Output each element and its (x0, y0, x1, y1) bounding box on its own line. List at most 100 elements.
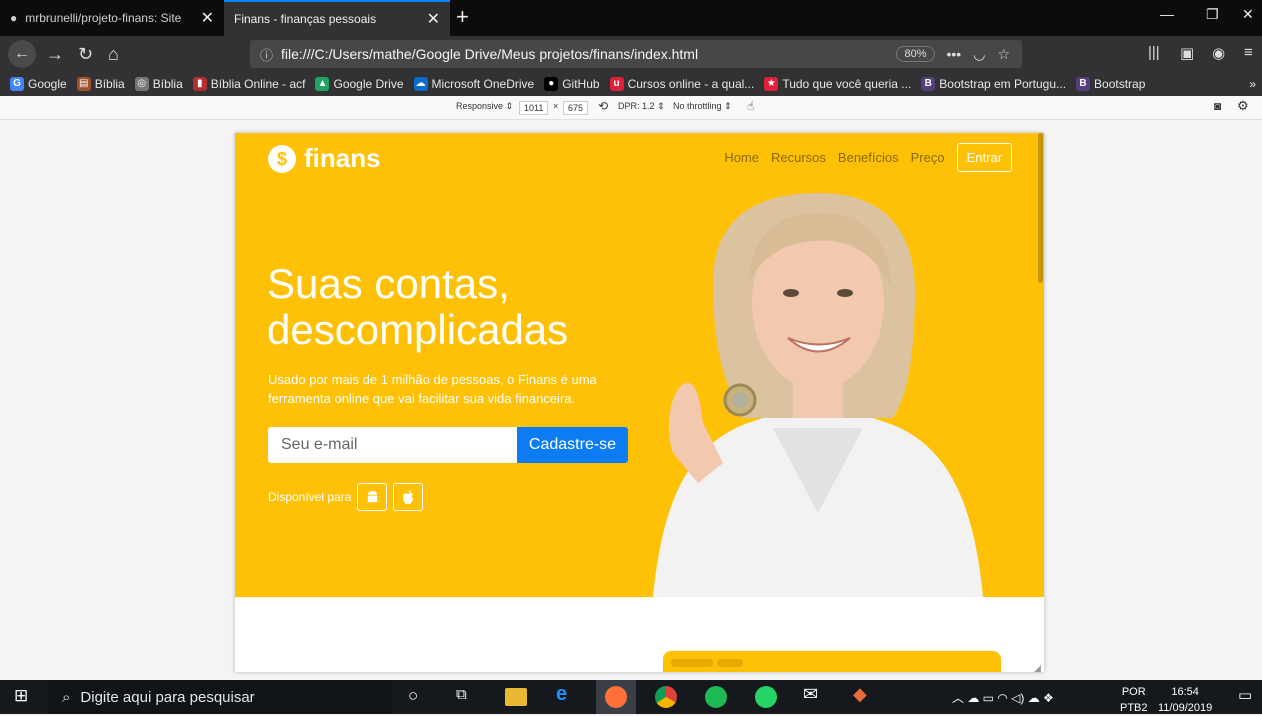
bookmark-item[interactable]: ☁ Microsoft OneDrive (413, 77, 535, 91)
android-icon[interactable] (357, 483, 388, 511)
tray-icons[interactable]: ︿ ☁ ▭ ◠ ◁) ☁ ❖ (952, 689, 1054, 706)
new-tab-button[interactable]: + (456, 4, 469, 30)
tab-finans[interactable]: Finans - finanças pessoais ✕ (224, 0, 450, 36)
nav-home[interactable]: Home (724, 150, 759, 165)
bookmark-item[interactable]: ◎ Bíblia (134, 77, 183, 91)
git-kraken-icon[interactable]: ◆ (853, 684, 867, 705)
mockup-pill (717, 659, 743, 667)
tab-github[interactable]: ● mrbrunelli/projeto-finans: Site ✕ (0, 0, 224, 36)
width-input[interactable]: 1011 (519, 101, 549, 115)
bookmark-favicon-icon: ● (544, 77, 559, 91)
notifications-icon[interactable]: ▭ (1238, 686, 1252, 704)
height-input[interactable]: 675 (563, 101, 589, 115)
bookmark-favicon-icon: u (609, 77, 624, 91)
edge-icon[interactable]: e (556, 683, 567, 706)
search-placeholder: Digite aqui para pesquisar (80, 688, 255, 706)
layout-label: PTB2 (1120, 702, 1148, 714)
apple-icon[interactable] (393, 483, 424, 511)
bookmark-favicon-icon: ★ (764, 77, 779, 91)
spotify-icon[interactable] (705, 686, 727, 708)
menu-icon[interactable]: ≡ (1244, 44, 1253, 61)
forward-icon[interactable]: → (46, 44, 64, 65)
rotate-icon[interactable]: ⟲ (598, 99, 608, 113)
bookmark-item[interactable]: u Cursos online - a qual... (609, 77, 754, 91)
device-select[interactable]: Responsive ⇕ (456, 101, 513, 112)
dpr-select[interactable]: DPR: 1.2 ⇕ (618, 101, 665, 112)
clock[interactable]: 16:54 11/09/2019 (1158, 684, 1212, 716)
task-view-icon[interactable]: ⧉ (456, 686, 467, 703)
page-actions-icon[interactable]: ••• (947, 46, 962, 62)
screenshot-icon[interactable]: ◙ (1214, 99, 1221, 113)
firefox-icon[interactable] (605, 686, 627, 708)
chrome-icon[interactable] (655, 686, 677, 708)
close-tab-icon[interactable]: ✕ (427, 9, 440, 29)
bookmark-item[interactable]: B Bootstrap em Portugu... (921, 77, 1066, 91)
login-button[interactable]: Entrar (956, 143, 1012, 172)
browser-tab-bar: ● mrbrunelli/projeto-finans: Site ✕ Fina… (0, 0, 1262, 36)
bookmark-favicon-icon: B (921, 77, 936, 91)
bookmark-favicon-icon: ▮ (192, 77, 207, 91)
bookmark-label: Bíblia (94, 77, 125, 91)
email-input[interactable]: Seu e-mail (268, 427, 517, 463)
sidebar-icon[interactable]: ▣ (1180, 44, 1194, 62)
bookmark-label: Microsoft OneDrive (431, 77, 535, 91)
main-nav: Home Recursos Benefícios Preço Entrar (724, 143, 1012, 172)
github-icon: ● (10, 11, 18, 25)
bookmark-item[interactable]: B Bootstrap (1076, 77, 1145, 91)
account-icon[interactable]: ◉ (1212, 44, 1225, 62)
headline-line-1: Suas contas, (267, 260, 510, 307)
device-label: Responsive (456, 101, 504, 111)
throttle-select[interactable]: No throttling ⇕ (673, 101, 732, 112)
close-tab-icon[interactable]: ✕ (201, 8, 214, 28)
nav-preco[interactable]: Preço (911, 150, 945, 165)
bookmark-item[interactable]: ▮ Bíblia Online - acf (192, 77, 305, 91)
bookmark-item[interactable]: ★ Tudo que você queria ... (764, 77, 911, 91)
bookmark-item[interactable]: ● GitHub (544, 77, 600, 91)
url-text[interactable]: file:///C:/Users/mathe/Google Drive/Meus… (281, 46, 896, 62)
hero-section: $ finans Home Recursos Benefícios Preço … (235, 133, 1044, 597)
lang-label: POR (1121, 686, 1146, 698)
woman-holding-coin-image (653, 193, 983, 597)
taskbar-search[interactable]: ⌕ Digite aqui para pesquisar (48, 680, 392, 714)
tab-title: Finans - finanças pessoais (234, 12, 377, 26)
bookmark-item[interactable]: G Google (10, 77, 67, 91)
touch-icon[interactable]: ☝ (747, 99, 754, 113)
close-window-button[interactable]: ✕ (1242, 6, 1254, 23)
input-language[interactable]: POR PTB2 (1120, 684, 1148, 716)
windows-start-icon[interactable]: ⊞ (14, 686, 28, 706)
bookmark-star-icon[interactable]: ☆ (997, 46, 1010, 63)
home-icon[interactable]: ⌂ (108, 44, 119, 65)
signup-form: Seu e-mail Cadastre-se (268, 427, 628, 463)
brand-logo[interactable]: $ finans (268, 143, 381, 174)
tab-title: mrbrunelli/projeto-finans: Site (25, 11, 182, 25)
whatsapp-icon[interactable] (755, 686, 777, 708)
windows-taskbar: ⊞ ⌕ Digite aqui para pesquisar ○ ⧉ e ✉ ◆… (0, 680, 1262, 714)
address-bar[interactable]: ⓘ file:///C:/Users/mathe/Google Drive/Me… (250, 40, 1022, 68)
nav-beneficios[interactable]: Benefícios (838, 150, 899, 165)
bookmark-favicon-icon: ▲ (315, 77, 330, 91)
bookmarks-overflow-icon[interactable]: » (1249, 77, 1256, 91)
page-scrollbar[interactable] (1038, 133, 1043, 283)
bookmark-label: Google Drive (333, 77, 404, 91)
cortana-icon[interactable]: ○ (408, 686, 418, 706)
pocket-icon[interactable]: ◡ (973, 46, 985, 63)
dollar-coin-icon: $ (268, 144, 296, 173)
bookmarks-toolbar: G Google ▤ Bíblia ◎ Bíblia ▮ Bíblia Online - ac… (0, 72, 1262, 96)
reload-icon[interactable]: ↻ (78, 44, 93, 65)
back-icon[interactable]: ← (8, 40, 36, 68)
zoom-indicator[interactable]: 80% (896, 46, 935, 62)
bookmark-item[interactable]: ▲ Google Drive (315, 77, 404, 91)
file-explorer-icon[interactable] (505, 688, 527, 706)
resize-handle-icon[interactable]: ◢ (1034, 663, 1041, 674)
bookmark-item[interactable]: ▤ Bíblia (76, 77, 125, 91)
nav-recursos[interactable]: Recursos (771, 150, 826, 165)
minimize-button[interactable]: — (1160, 6, 1174, 22)
bookmark-label: Bíblia (152, 77, 183, 91)
library-icon[interactable]: ||| (1148, 44, 1160, 61)
mail-icon[interactable]: ✉ (803, 684, 818, 705)
info-icon[interactable]: ⓘ (260, 45, 273, 64)
restore-button[interactable]: ❐ (1206, 6, 1219, 23)
signup-button[interactable]: Cadastre-se (517, 427, 628, 463)
page-viewport: $ finans Home Recursos Benefícios Preço … (235, 133, 1044, 672)
settings-icon[interactable]: ⚙ (1237, 98, 1249, 114)
